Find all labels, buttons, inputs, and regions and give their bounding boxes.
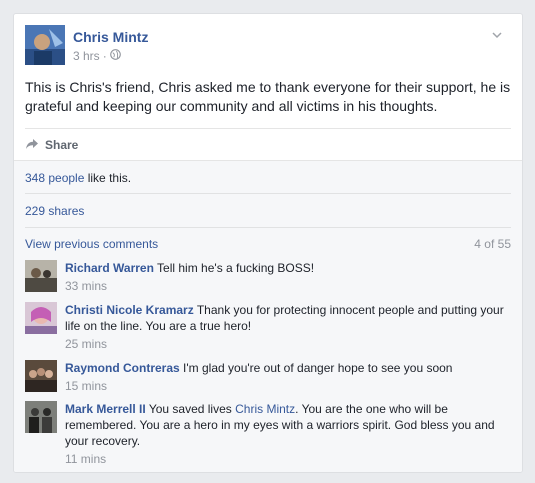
comment-body: Richard Warren Tell him he's a fucking B… (65, 260, 513, 294)
chevron-down-icon[interactable] (491, 29, 505, 43)
commenter-name[interactable]: Raymond Contreras (65, 361, 180, 375)
author-avatar[interactable] (25, 25, 65, 65)
share-arrow-icon (25, 138, 39, 153)
share-button[interactable]: Share (25, 135, 78, 155)
comments-count: 4 of 55 (474, 237, 511, 251)
comment-body: Raymond Contreras I'm glad you're out of… (65, 360, 513, 394)
comment-text: I'm glad you're out of danger hope to se… (183, 361, 453, 375)
commenter-name[interactable]: Christi Nicole Kramarz (65, 303, 194, 317)
feedback-section: 348 people like this. 229 shares View pr… (14, 160, 522, 472)
meta-separator: · (102, 49, 107, 63)
commenter-avatar[interactable] (25, 260, 57, 292)
commenter-avatar[interactable] (25, 401, 57, 433)
post-header: Chris Mintz 3 hrs · (25, 25, 505, 65)
post-time[interactable]: 3 hrs (73, 49, 100, 63)
comment-time[interactable]: 25 mins (65, 336, 513, 352)
comment-text-start: You saved lives (148, 402, 236, 416)
globe-icon[interactable] (109, 49, 121, 63)
commenter-avatar[interactable] (25, 360, 57, 392)
post-author-name[interactable]: Chris Mintz (73, 29, 148, 45)
mention-link[interactable]: Chris Mintz (235, 402, 295, 416)
divider (25, 227, 511, 228)
divider (25, 193, 511, 194)
shares-link[interactable]: 229 shares (25, 204, 84, 218)
comment-time[interactable]: 11 mins (65, 451, 513, 467)
comment-time[interactable]: 15 mins (65, 378, 513, 394)
comment-time[interactable]: 33 mins (65, 278, 513, 294)
comment-body: Christi Nicole Kramarz Thank you for pro… (65, 302, 513, 352)
comment-body: Mark Merrell II You saved lives Chris Mi… (65, 401, 513, 467)
comment-text: Tell him he's a fucking BOSS! (157, 261, 315, 275)
view-previous-comments-link[interactable]: View previous comments (25, 237, 158, 251)
post-card: Chris Mintz 3 hrs · This is Chris's frie… (13, 13, 523, 473)
likes-suffix: like this. (84, 171, 132, 185)
commenter-name[interactable]: Richard Warren (65, 261, 154, 275)
post-divider (25, 128, 511, 129)
commenter-avatar[interactable] (25, 302, 57, 334)
commenter-name[interactable]: Mark Merrell II (65, 402, 146, 416)
likes-link[interactable]: 348 people (25, 171, 84, 185)
likes-summary: 348 people like this. (25, 171, 131, 185)
share-label: Share (45, 138, 79, 152)
post-text: This is Chris's friend, Chris asked me t… (25, 79, 511, 114)
post-meta: 3 hrs · (73, 49, 121, 63)
